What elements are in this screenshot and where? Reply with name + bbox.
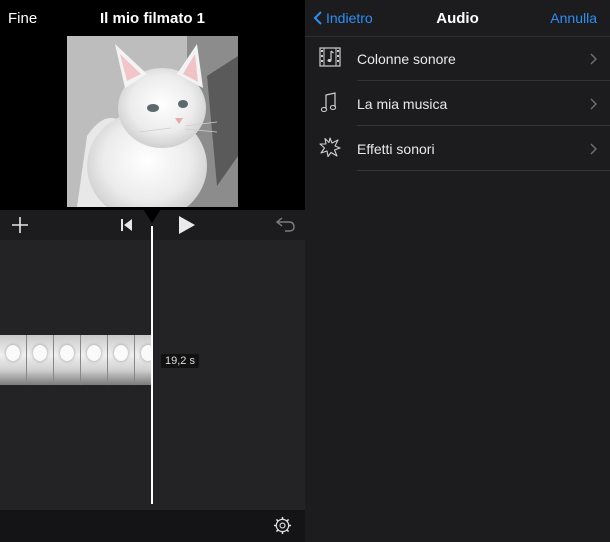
- separator: [357, 170, 610, 171]
- clip-thumbnail: [81, 335, 108, 385]
- project-title: Il mio filmato 1: [99, 10, 205, 27]
- undo-icon[interactable]: [275, 216, 296, 237]
- clip-duration-badge: 19,2 s: [161, 354, 199, 368]
- menu-item-effetti-sonori[interactable]: Effetti sonori: [305, 126, 610, 171]
- chevron-right-icon: [590, 97, 598, 115]
- menu-item-la-mia-musica[interactable]: La mia musica: [305, 81, 610, 126]
- skip-to-start-icon[interactable]: [121, 218, 133, 236]
- chevron-right-icon: [590, 142, 598, 160]
- clip-thumbnail: [27, 335, 54, 385]
- clip-thumbnail: [0, 335, 27, 385]
- video-preview[interactable]: [67, 36, 238, 207]
- editor-top-bar: Fine Il mio filmato 1: [0, 0, 305, 36]
- video-clip[interactable]: [0, 335, 151, 385]
- audio-nav-bar: Indietro Audio Annulla: [305, 0, 610, 37]
- settings-gear-icon[interactable]: [273, 516, 292, 540]
- clip-thumbnail: [135, 335, 151, 385]
- audio-panel: Indietro Audio Annulla Colonne sonore La…: [305, 0, 610, 542]
- editor-bottom-bar: [0, 510, 305, 542]
- editor-pane: Fine Il mio filmato 1 19,2 s: [0, 0, 305, 542]
- menu-item-label: La mia musica: [357, 96, 448, 112]
- burst-icon: [319, 137, 341, 162]
- playhead[interactable]: [151, 226, 153, 504]
- cat-image: [67, 36, 238, 207]
- menu-item-label: Colonne sonore: [357, 51, 456, 67]
- menu-item-label: Effetti sonori: [357, 141, 435, 157]
- playhead-marker: [143, 209, 161, 223]
- plus-icon[interactable]: [11, 216, 29, 239]
- menu-item-colonne-sonore[interactable]: Colonne sonore: [305, 36, 610, 81]
- clip-thumbnail: [54, 335, 81, 385]
- film-note-icon: [319, 47, 341, 72]
- clip-thumbnail: [108, 335, 135, 385]
- cancel-button[interactable]: Annulla: [550, 10, 597, 26]
- chevron-right-icon: [590, 52, 598, 70]
- play-icon[interactable]: [179, 216, 195, 239]
- music-note-icon: [319, 92, 339, 119]
